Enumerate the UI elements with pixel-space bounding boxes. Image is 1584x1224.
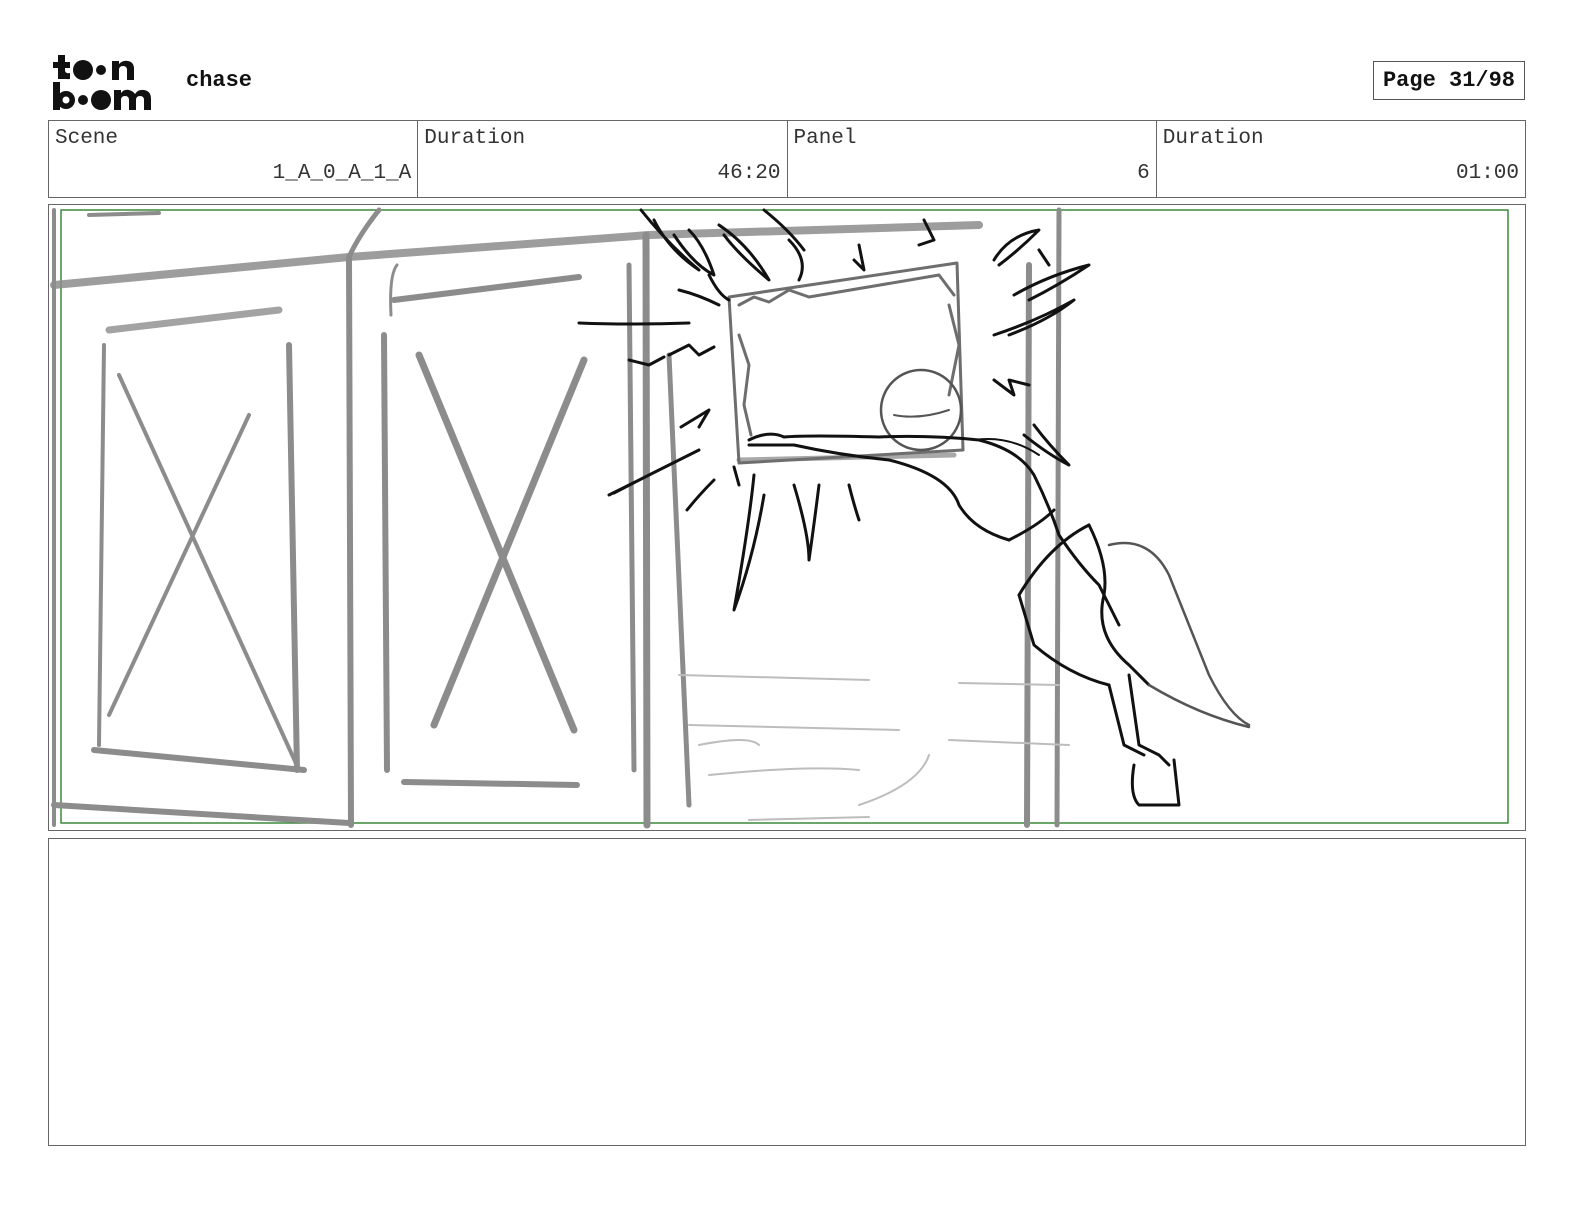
panel-notes-box [48,838,1526,1146]
character-sketch [747,368,1251,807]
panel-duration-value: 01:00 [1455,162,1519,185]
panel-duration-label: Duration [1162,127,1264,150]
panel-value: 6 [1137,162,1150,185]
page-label: Page 31/98 [1382,68,1516,93]
panel-sketch [50,207,1509,829]
scene-duration-value: 46:20 [717,162,781,185]
scene-duration-label: Duration [424,127,526,150]
scene-cell: Scene 1_A_0_A_1_A [49,121,419,197]
project-title: chase [186,68,253,93]
panel-cell: Panel 6 [788,121,1157,197]
toon-boom-logo-mark [53,55,151,110]
safe-frame [60,209,1509,824]
panel-info-row: Scene 1_A_0_A_1_A Duration 46:20 Panel 6… [48,120,1526,198]
panel-duration-cell: Duration 01:00 [1157,121,1525,197]
window-sketch [727,261,965,465]
page-indicator: Page 31/98 [1373,61,1525,100]
panel-label: Panel [793,127,857,150]
glass-shards [577,208,1091,612]
scene-duration-cell: Duration 46:20 [418,121,788,197]
background-sketch [50,207,1062,829]
toon-boom-logo [52,52,164,112]
floor-sketch [678,674,1070,821]
scene-label: Scene [55,127,119,150]
storyboard-panel [48,204,1526,831]
scene-value: 1_A_0_A_1_A [272,162,412,185]
